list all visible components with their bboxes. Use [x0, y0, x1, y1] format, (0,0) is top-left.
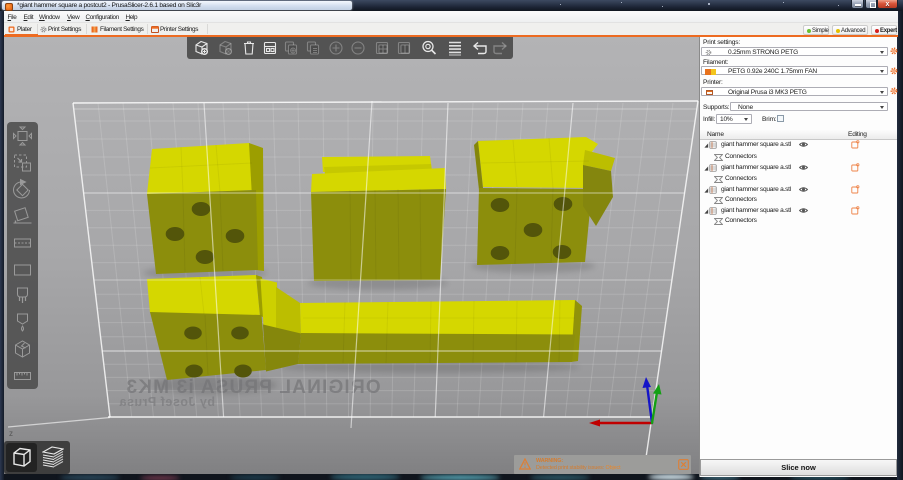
svg-text:by Josef Prusa: by Josef Prusa [118, 395, 214, 409]
svg-text:z: z [9, 429, 13, 438]
